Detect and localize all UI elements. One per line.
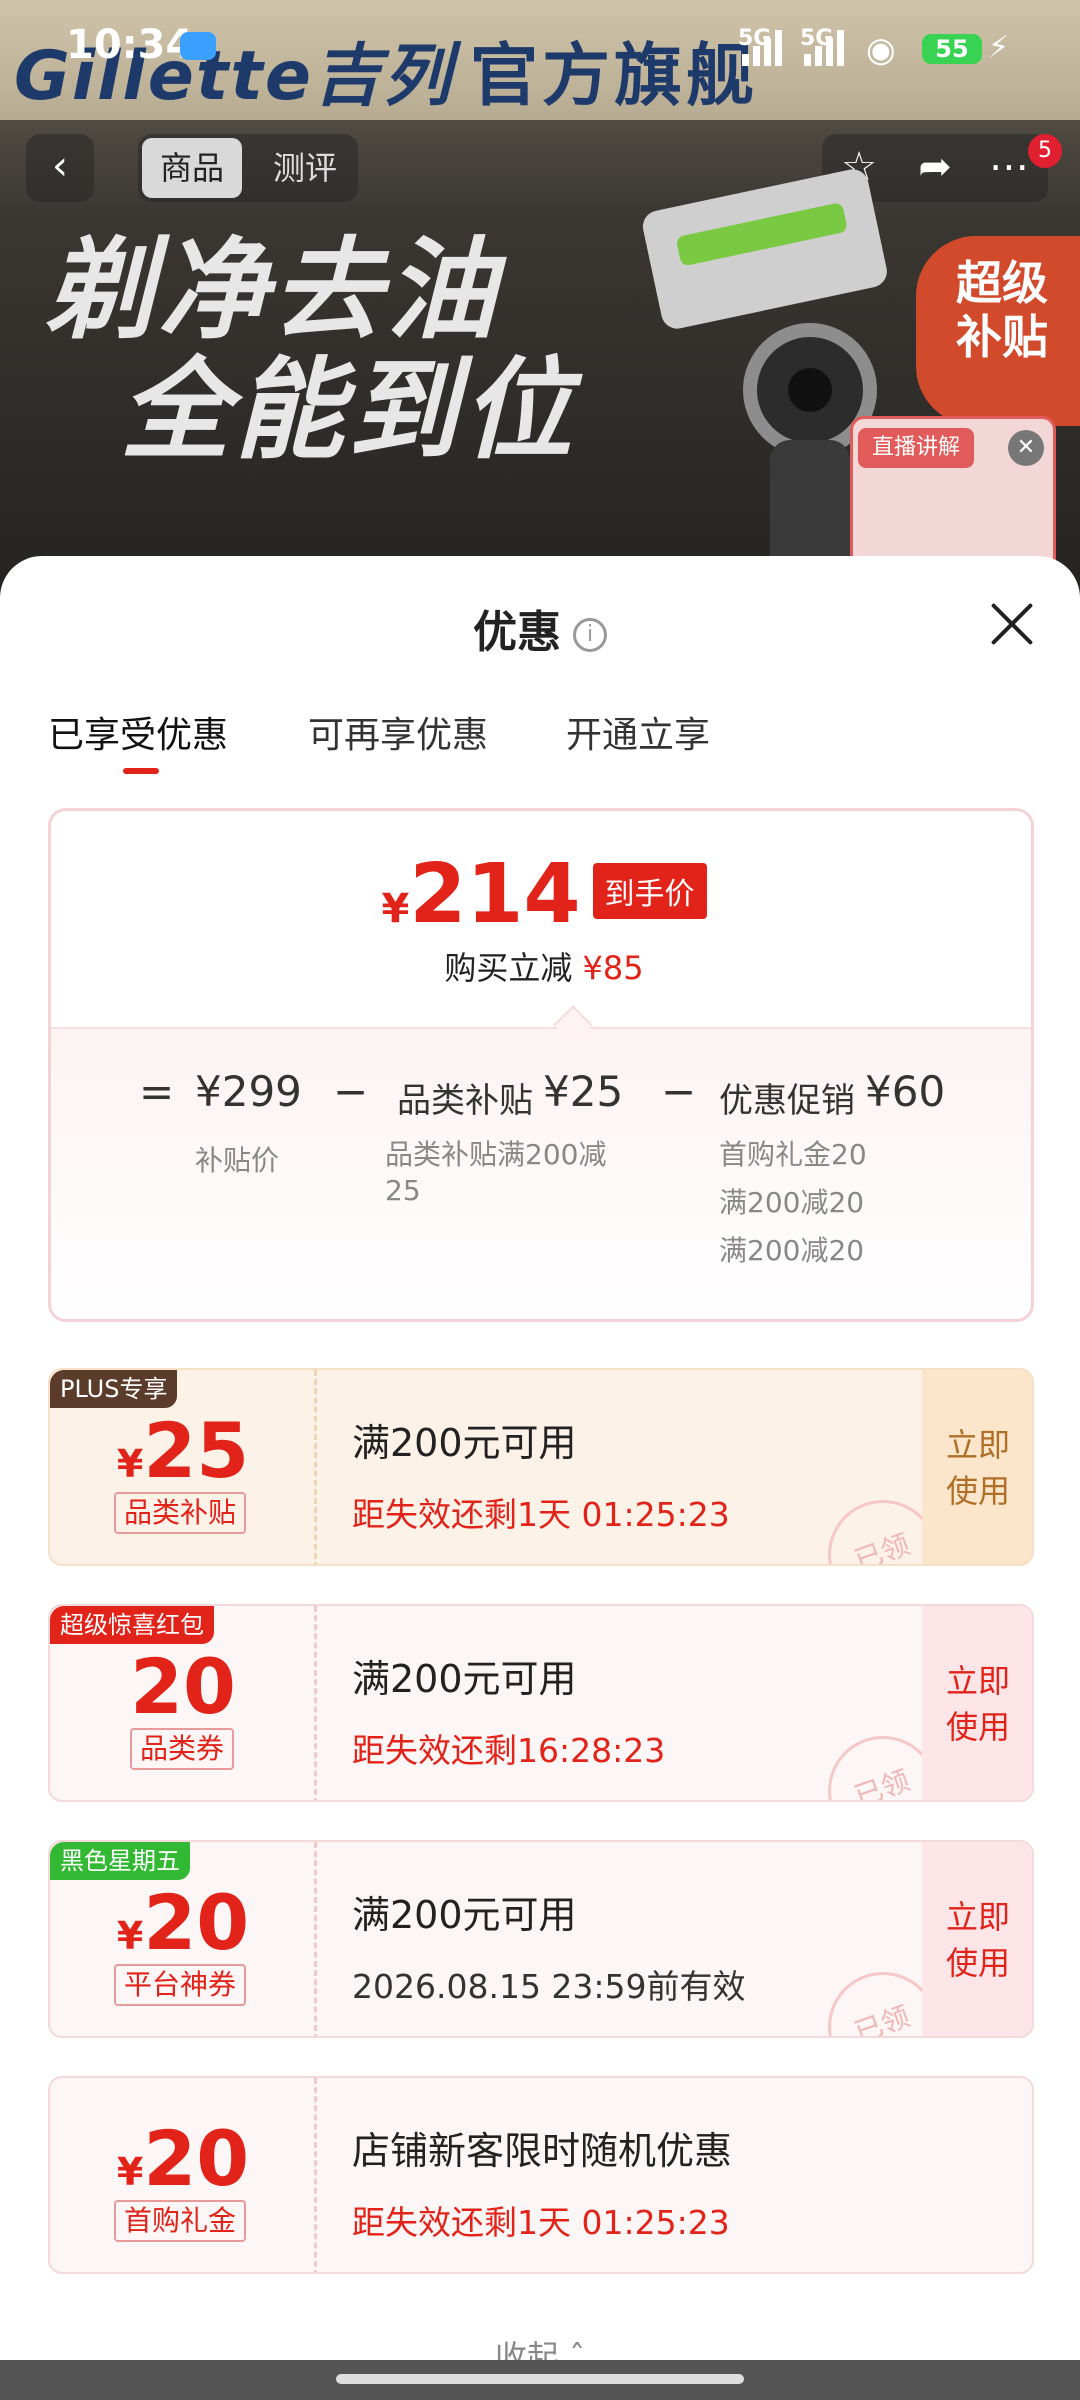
- use-now-line2: 使用: [945, 1708, 1010, 1746]
- coupon-expiry: 距失效还剩1天 01:25:23: [352, 2203, 730, 2242]
- coupon-kind: 品类券: [130, 1728, 235, 1770]
- charging-icon: ⚡: [988, 30, 1010, 65]
- status-time: 10:34: [66, 22, 194, 68]
- promo-label: 优惠促销: [719, 1081, 855, 1121]
- use-now-line1: 立即: [945, 1662, 1010, 1700]
- coupon-card: 黑色星期五 ¥20 平台神券 满200元可用 2026.08.15 23:59前…: [48, 1840, 1034, 2038]
- use-now-button[interactable]: 立即 使用: [922, 1370, 1032, 1564]
- subsidy-label: 品类补贴: [397, 1081, 533, 1121]
- coupon-value: 20: [143, 1878, 250, 1967]
- home-indicator[interactable]: [336, 2374, 744, 2384]
- info-icon[interactable]: i: [573, 618, 607, 652]
- final-price-row: ¥214 到手价: [51, 847, 1031, 942]
- instant-cut-value: ¥85: [582, 949, 644, 987]
- tab-product[interactable]: 商品: [142, 138, 242, 198]
- super-subsidy-line1: 超级: [956, 256, 1048, 310]
- discount-sheet: 优惠 i 已享受优惠 可再享优惠 开通立享 ¥214 到手价 购买立减 ¥85 = …: [0, 556, 1080, 2400]
- price-summary-card: ¥214 到手价 购买立减 ¥85 = ¥299 补贴价 − 品类补贴 ¥25 品…: [48, 808, 1034, 1322]
- coupon-amount: ¥20: [50, 1878, 316, 1967]
- final-price: 214: [409, 847, 581, 942]
- active-tab-indicator: [123, 768, 159, 774]
- coupon-divider: [314, 2078, 317, 2272]
- final-price-tag: 到手价: [592, 863, 707, 919]
- status-bar: 10:34 5G 5G ◉ 55 ⚡: [0, 0, 1080, 100]
- subsidy-value: ¥25: [543, 1067, 624, 1116]
- coupon-value: 20: [143, 2114, 250, 2203]
- coupon-kind: 首购礼金: [114, 2200, 247, 2242]
- minus-sign-2: −: [661, 1067, 697, 1116]
- promo-item: 满200减20: [719, 1234, 865, 1267]
- tab-review[interactable]: 测评: [260, 138, 350, 198]
- signal-icon: [742, 26, 788, 66]
- coupon-condition: 满200元可用: [352, 1893, 577, 1937]
- coupon-currency: ¥: [116, 1442, 144, 1486]
- coupon-kind: 平台神券: [114, 1964, 247, 2006]
- coupon-expiry: 距失效还剩16:28:23: [352, 1731, 666, 1770]
- slogan-line-2: 全能到位: [120, 346, 576, 474]
- close-icon[interactable]: [984, 596, 1040, 652]
- promo-value: ¥60: [865, 1067, 946, 1116]
- promo-item: 满200减20: [719, 1186, 865, 1219]
- coupon-currency: ¥: [116, 2150, 144, 2194]
- coupon-expiry: 2026.08.15 23:59前有效: [352, 1967, 746, 2006]
- battery-indicator: 55: [922, 34, 982, 64]
- coupon-amount: 20: [50, 1642, 316, 1731]
- live-close-icon[interactable]: ✕: [1008, 430, 1044, 466]
- coupon-divider: [314, 1370, 317, 1564]
- signal-icon-2: [804, 26, 850, 66]
- coupon-kind: 品类补贴: [114, 1492, 247, 1534]
- minus-sign-1: −: [333, 1067, 369, 1116]
- coupon-card: PLUS专享 ¥25 品类补贴 满200元可用 距失效还剩1天 01:25:23…: [48, 1368, 1034, 1566]
- coupon-card: 超级惊喜红包 20 品类券 满200元可用 距失效还剩16:28:23 已领 立…: [48, 1604, 1034, 1802]
- tab-enjoyed[interactable]: 已享受优惠: [48, 706, 228, 758]
- instant-cut-label: 购买立减: [444, 949, 573, 987]
- coupon-condition: 满200元可用: [352, 1421, 577, 1465]
- promo-item: 首购礼金20: [719, 1138, 867, 1171]
- equals-sign: =: [139, 1067, 175, 1116]
- coupon-condition: 满200元可用: [352, 1657, 577, 1701]
- coupon-amount: ¥25: [50, 1406, 316, 1495]
- cloud-icon: [180, 32, 216, 60]
- coupon-currency: ¥: [116, 1914, 144, 1958]
- use-now-button[interactable]: 立即 使用: [922, 1606, 1032, 1800]
- super-subsidy-line2: 补贴: [956, 310, 1048, 364]
- use-now-line1: 立即: [945, 1426, 1010, 1464]
- use-now-line2: 使用: [945, 1944, 1010, 1982]
- use-now-line1: 立即: [945, 1898, 1010, 1936]
- tab-activate[interactable]: 开通立享: [566, 706, 710, 758]
- use-now-button[interactable]: 立即 使用: [922, 1842, 1032, 2036]
- coupon-value: 25: [143, 1406, 250, 1495]
- coupon-value: 20: [130, 1642, 236, 1731]
- coupon-divider: [314, 1842, 317, 2036]
- coupon-expiry: 距失效还剩1天 01:25:23: [352, 1495, 730, 1534]
- coupon-divider: [314, 1606, 317, 1800]
- use-now-line2: 使用: [945, 1472, 1010, 1510]
- base-price: ¥299: [195, 1067, 302, 1116]
- instant-cut-row: 购买立减 ¥85: [51, 943, 1031, 989]
- super-subsidy-badge[interactable]: 超级 补贴: [916, 236, 1080, 426]
- home-indicator-bar: [0, 2360, 1080, 2400]
- coupon-card: ¥20 首购礼金 店铺新客限时随机优惠 距失效还剩1天 01:25:23: [48, 2076, 1034, 2274]
- subsidy-note: 品类补贴满200减25: [385, 1138, 607, 1207]
- wifi-icon: ◉: [866, 30, 896, 70]
- sheet-title-text: 优惠: [473, 607, 561, 658]
- coupon-amount: ¥20: [50, 2114, 316, 2203]
- live-tag: 直播讲解: [858, 428, 974, 468]
- back-button[interactable]: ‹: [26, 134, 94, 202]
- coupon-condition: 店铺新客限时随机优惠: [352, 2129, 733, 2173]
- sheet-title: 优惠 i: [0, 596, 1080, 660]
- final-price-currency: ¥: [381, 886, 410, 932]
- product-banner: Gillette吉列 官方旗舰 10:34 5G 5G ◉ 55 ⚡ ‹ 商品 …: [0, 0, 1080, 620]
- base-price-label: 补贴价: [195, 1144, 280, 1177]
- notification-badge: 5: [1028, 134, 1062, 168]
- tab-more-available[interactable]: 可再享优惠: [308, 706, 488, 758]
